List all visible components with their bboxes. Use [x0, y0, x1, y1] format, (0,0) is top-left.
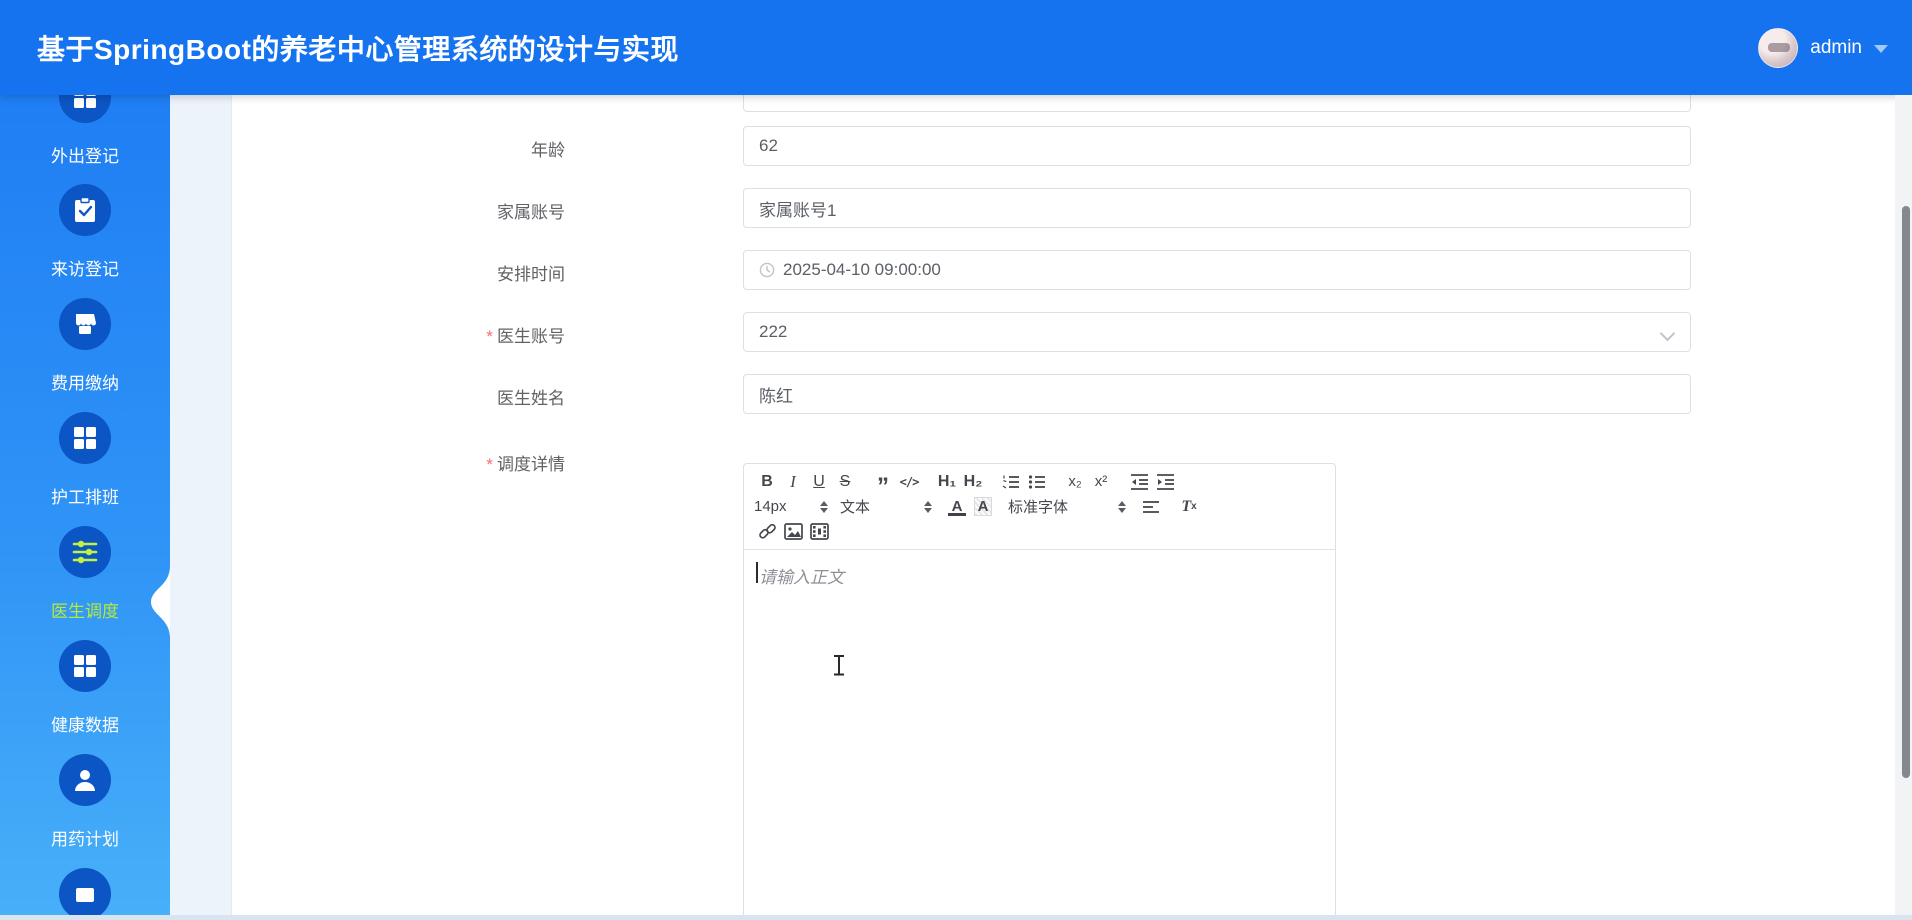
- user-menu[interactable]: admin: [1758, 0, 1888, 95]
- blockquote-button[interactable]: ”: [870, 470, 896, 498]
- required-mark: *: [486, 455, 493, 474]
- header1-button[interactable]: H₁: [934, 470, 960, 493]
- bold-button[interactable]: B: [754, 470, 780, 493]
- code-block-button[interactable]: </>: [896, 470, 922, 493]
- doctor-account-select[interactable]: 222: [743, 312, 1691, 352]
- editor-toolbar: B I U S ” </> H₁ H₂ x₂ x² 14px 文本 A A 标准…: [744, 464, 1335, 550]
- doctor-name-field[interactable]: 陈红: [743, 374, 1691, 414]
- sidebar-item-label: 外出登记: [51, 147, 119, 166]
- sidebar-item-fee-payment[interactable]: 费用缴纳: [0, 298, 170, 394]
- scrollbar-thumb[interactable]: [1902, 206, 1910, 778]
- image-button[interactable]: [780, 520, 806, 543]
- doctor-name-label: 医生姓名: [497, 389, 565, 408]
- wallet-icon: [59, 298, 111, 350]
- grid-icon: [59, 640, 111, 692]
- doctor-name-value: 陈红: [759, 386, 793, 406]
- content-gutter: [170, 95, 232, 920]
- strike-button[interactable]: S: [832, 470, 858, 493]
- superscript-button[interactable]: x²: [1088, 470, 1114, 493]
- bullet-list-button[interactable]: [1024, 470, 1050, 493]
- text-caret: [756, 562, 758, 583]
- family-account-field[interactable]: 家属账号1: [743, 188, 1691, 228]
- scrollbar-track[interactable]: [1895, 95, 1912, 920]
- schedule-time-value: 2025-04-10 09:00:00: [783, 260, 941, 279]
- highlight-color-button[interactable]: A: [970, 495, 996, 518]
- app-header: 基于SpringBoot的养老中心管理系统的设计与实现 admin: [0, 0, 1912, 95]
- page-title: 基于SpringBoot的养老中心管理系统的设计与实现: [37, 33, 679, 65]
- chevron-down-icon: [1874, 45, 1888, 53]
- username: admin: [1810, 36, 1862, 58]
- sliders-icon: [59, 526, 111, 578]
- cropped-field[interactable]: [743, 95, 1691, 112]
- schedule-time-label: 安排时间: [497, 265, 565, 284]
- link-button[interactable]: [754, 520, 780, 543]
- sidebar-item-partial[interactable]: [0, 868, 170, 920]
- text-color-button[interactable]: A: [944, 495, 970, 518]
- main-content: 年龄 62 家属账号 家属账号1 安排时间 2025-04-10 09:00:0…: [170, 95, 1912, 920]
- grid-icon: [59, 412, 111, 464]
- family-account-value: 家属账号1: [759, 200, 837, 220]
- italic-button[interactable]: I: [780, 470, 806, 493]
- font-family-picker[interactable]: 标准字体: [1008, 495, 1126, 518]
- dispatch-detail-editor: B I U S ” </> H₁ H₂ x₂ x² 14px 文本 A A 标准…: [743, 463, 1336, 920]
- age-value: 62: [759, 136, 778, 155]
- editor-placeholder: 请输入正文: [759, 568, 844, 587]
- clipboard-check-icon: [59, 184, 111, 236]
- sidebar-item-visit-registration[interactable]: 来访登记: [0, 184, 170, 280]
- schedule-time-field[interactable]: 2025-04-10 09:00:00: [743, 250, 1691, 290]
- updown-arrows-icon: [924, 500, 932, 513]
- ordered-list-button[interactable]: [998, 470, 1024, 493]
- sidebar-item-label: 医生调度: [51, 602, 119, 621]
- sidebar-item-label: 用药计划: [51, 830, 119, 849]
- updown-arrows-icon: [1118, 500, 1126, 513]
- age-field[interactable]: 62: [743, 126, 1691, 166]
- user-icon: [59, 754, 111, 806]
- sidebar-item-medication-plan[interactable]: 用药计划: [0, 754, 170, 850]
- sidebar-item-caregiver-schedule[interactable]: 护工排班: [0, 412, 170, 508]
- editor-body[interactable]: 请输入正文: [744, 550, 1335, 920]
- taskbar-edge: [0, 915, 1912, 920]
- text-cursor: [833, 655, 845, 677]
- doctor-account-label: * 医生账号: [486, 327, 565, 346]
- sidebar-item-label: 费用缴纳: [51, 374, 119, 393]
- sidebar-item-health-data[interactable]: 健康数据: [0, 640, 170, 736]
- sidebar-nav: 外出登记 来访登记 费用缴纳 护工排班 医生调度 健康数据 用药计划: [0, 71, 170, 920]
- required-mark: *: [486, 327, 493, 346]
- sidebar-item-doctor-dispatch[interactable]: 医生调度: [0, 526, 170, 622]
- avatar: [1758, 27, 1799, 68]
- subscript-button[interactable]: x₂: [1062, 470, 1088, 493]
- clock-icon: [759, 262, 775, 278]
- header2-button[interactable]: H₂: [960, 470, 986, 493]
- list-icon: [59, 868, 111, 920]
- underline-button[interactable]: U: [806, 470, 832, 493]
- dispatch-detail-label: * 调度详情: [486, 455, 565, 474]
- font-size-picker[interactable]: 14px: [754, 495, 828, 518]
- chevron-down-icon: [1662, 326, 1674, 338]
- outdent-button[interactable]: [1126, 470, 1152, 493]
- clear-format-button[interactable]: Tx: [1176, 495, 1202, 518]
- age-label: 年龄: [531, 141, 565, 160]
- video-button[interactable]: [806, 520, 832, 543]
- doctor-account-value: 222: [759, 322, 788, 341]
- sidebar-item-label: 来访登记: [51, 260, 119, 279]
- align-picker[interactable]: [1138, 495, 1164, 518]
- sidebar-item-label: 护工排班: [51, 488, 119, 507]
- paragraph-style-picker[interactable]: 文本: [840, 495, 932, 518]
- indent-button[interactable]: [1152, 470, 1178, 493]
- updown-arrows-icon: [820, 500, 828, 513]
- active-item-notch: [151, 566, 170, 638]
- sidebar-item-label: 健康数据: [51, 716, 119, 735]
- family-account-label: 家属账号: [497, 203, 565, 222]
